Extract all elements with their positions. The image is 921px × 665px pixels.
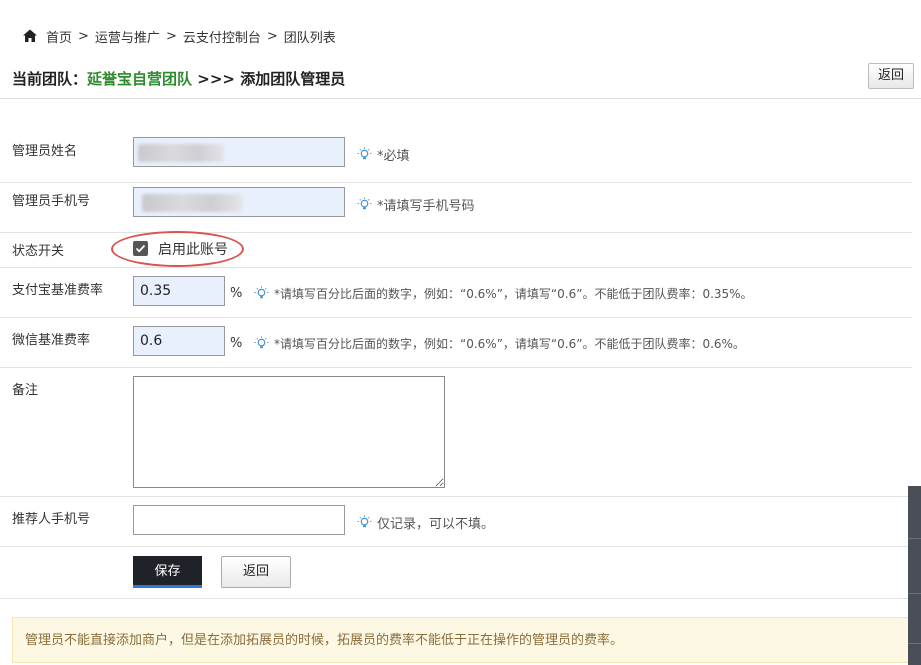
referrer-phone-label: 推荐人手机号 bbox=[12, 512, 91, 527]
referrer-phone-hint-text: 仅记录，可以不填。 bbox=[377, 517, 495, 532]
lightbulb-icon bbox=[357, 147, 372, 160]
floating-toolbar bbox=[908, 486, 921, 665]
alipay-rate-input[interactable]: 0.35 bbox=[133, 276, 225, 306]
wechat-rate-unit: % bbox=[230, 336, 243, 351]
highlight-annotation bbox=[111, 231, 244, 267]
wechat-rate-hint: *请填写百分比后面的数字，例如：“0.6%”，请填写“0.6”。不能低于团队费率… bbox=[254, 335, 745, 352]
name-hint: *必填 bbox=[357, 145, 410, 164]
team-prefix: 当前团队： bbox=[12, 70, 88, 88]
qrcode-icon[interactable] bbox=[908, 593, 921, 644]
breadcrumb-separator: > bbox=[78, 28, 89, 44]
lightbulb-icon bbox=[254, 336, 269, 349]
back-button-top[interactable]: 返回 bbox=[868, 63, 914, 89]
page-title-text: 添加团队管理员 bbox=[240, 70, 346, 88]
referrer-phone-hint: 仅记录，可以不填。 bbox=[357, 513, 494, 532]
redacted-value bbox=[142, 194, 242, 212]
home-icon[interactable] bbox=[22, 28, 38, 44]
remark-label: 备注 bbox=[12, 383, 39, 398]
admin-phone-input[interactable] bbox=[133, 187, 345, 217]
breadcrumb-operations[interactable]: 运营与推广 bbox=[95, 27, 160, 46]
breadcrumb: 首页 > 运营与推广 > 云支付控制台 > 团队列表 bbox=[22, 26, 336, 46]
lightbulb-icon bbox=[357, 197, 372, 210]
wechat-rate-hint-text: *请填写百分比后面的数字，例如：“0.6%”，请填写“0.6”。不能低于团队费率… bbox=[274, 337, 745, 351]
remark-textarea[interactable] bbox=[133, 376, 445, 488]
breadcrumb-home[interactable]: 首页 bbox=[46, 27, 72, 46]
phone-label: 管理员手机号 bbox=[12, 194, 91, 209]
name-label: 管理员姓名 bbox=[12, 144, 78, 159]
name-hint-text: *必填 bbox=[377, 149, 410, 164]
status-label: 状态开关 bbox=[12, 244, 65, 259]
alipay-rate-unit: % bbox=[230, 286, 243, 301]
phone-hint: *请填写手机号码 bbox=[357, 195, 475, 214]
alipay-rate-hint-text: *请填写百分比后面的数字，例如：“0.6%”，请填写“0.6”。不能低于团队费率… bbox=[274, 287, 753, 301]
page-header: 当前团队：延誉宝自营团队 >>> 添加团队管理员 返回 bbox=[0, 60, 921, 99]
title-arrows: >>> bbox=[192, 70, 241, 88]
phone-hint-text: *请填写手机号码 bbox=[377, 199, 475, 214]
breadcrumb-cloud-pay-console[interactable]: 云支付控制台 bbox=[183, 27, 261, 46]
phone-icon[interactable] bbox=[908, 538, 921, 594]
back-button[interactable]: 返回 bbox=[221, 556, 291, 588]
admin-name-input[interactable] bbox=[133, 137, 345, 167]
alipay-rate-hint: *请填写百分比后面的数字，例如：“0.6%”，请填写“0.6”。不能低于团队费率… bbox=[254, 285, 753, 302]
redacted-value bbox=[138, 144, 224, 162]
page-title: 当前团队：延誉宝自营团队 >>> 添加团队管理员 bbox=[12, 68, 345, 89]
notice-alert: 管理员不能直接添加商户，但是在添加拓展员的时候，拓展员的费率不能低于正在操作的管… bbox=[12, 617, 912, 663]
wechat-rate-input[interactable]: 0.6 bbox=[133, 326, 225, 356]
team-name: 延誉宝自营团队 bbox=[87, 70, 193, 88]
breadcrumb-separator: > bbox=[266, 28, 278, 44]
referrer-phone-input[interactable] bbox=[133, 505, 345, 535]
breadcrumb-team-list[interactable]: 团队列表 bbox=[284, 27, 336, 46]
save-button[interactable]: 保存 bbox=[133, 556, 202, 588]
wechat-rate-label: 微信基准费率 bbox=[12, 333, 91, 348]
lightbulb-icon bbox=[357, 515, 372, 528]
lightbulb-icon bbox=[254, 286, 269, 299]
breadcrumb-separator: > bbox=[165, 28, 177, 44]
chat-icon[interactable] bbox=[908, 486, 921, 539]
alipay-rate-label: 支付宝基准费率 bbox=[12, 283, 104, 298]
